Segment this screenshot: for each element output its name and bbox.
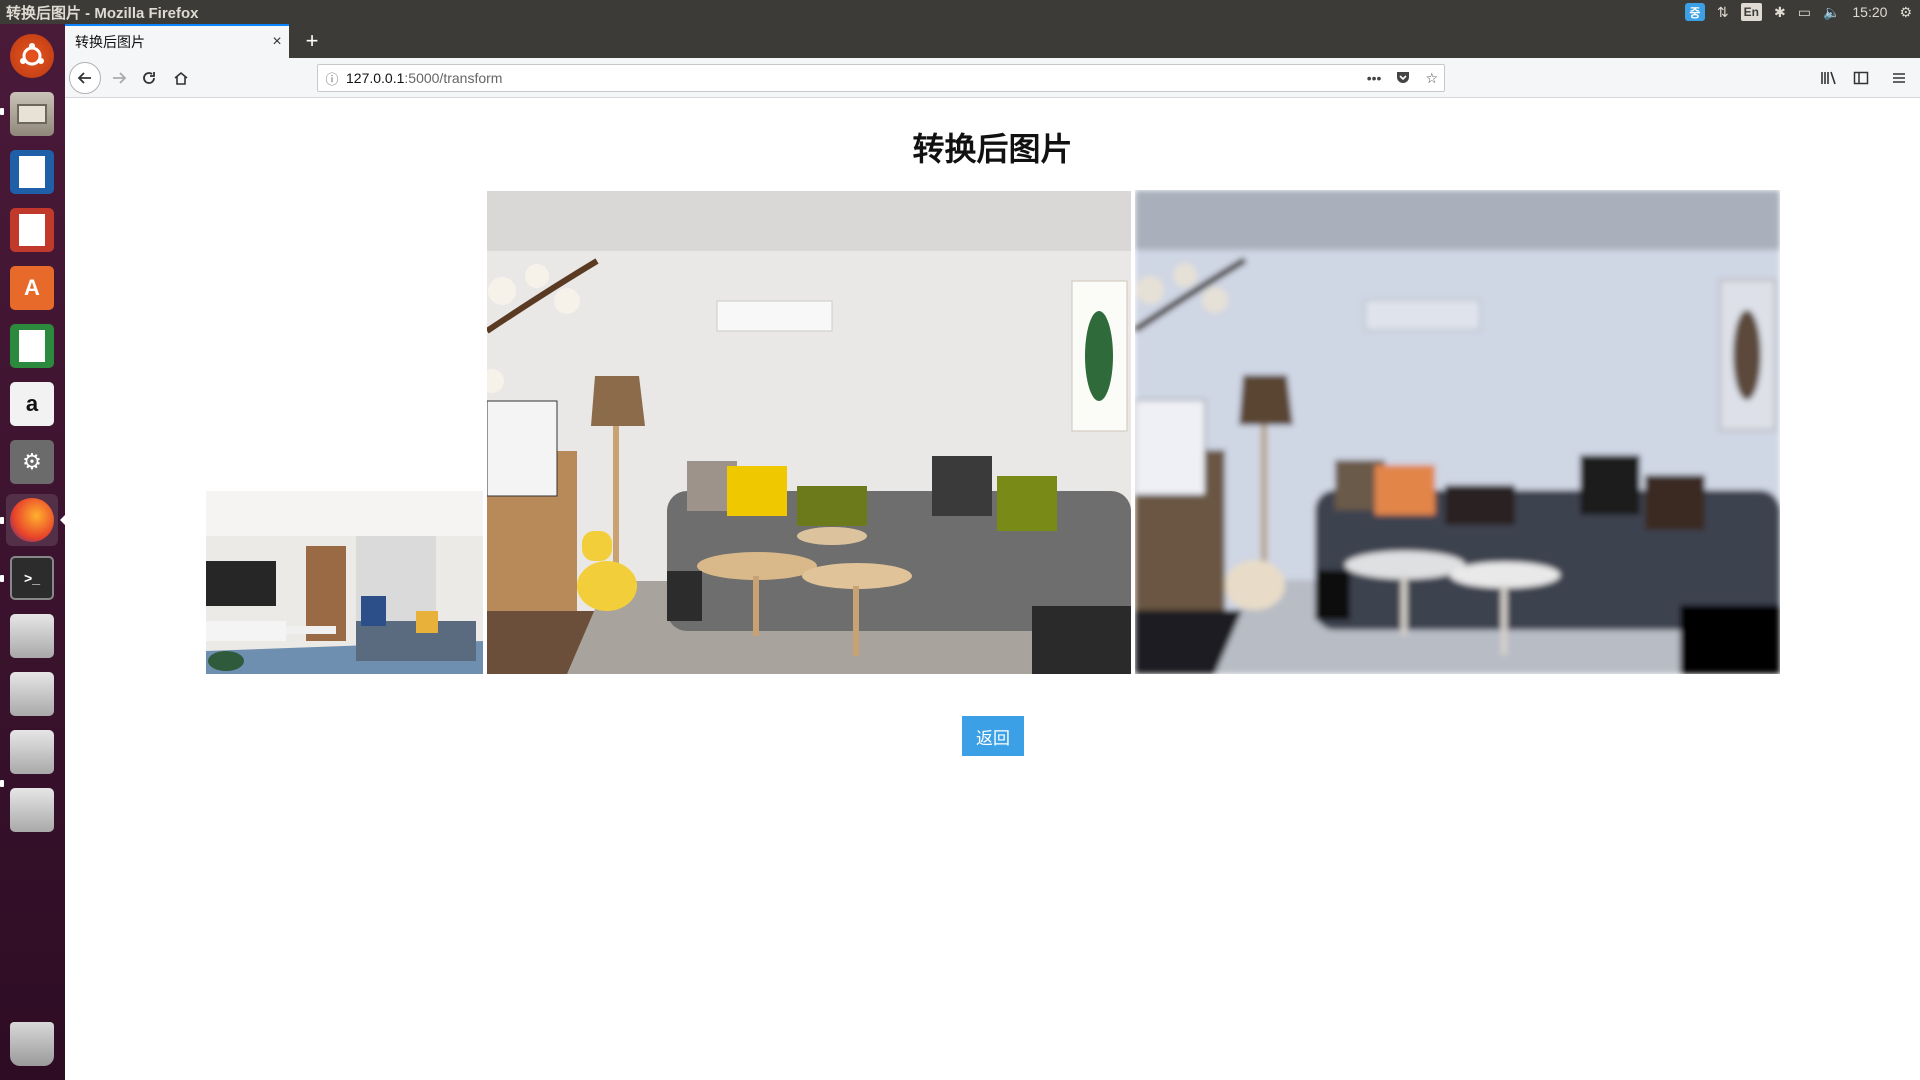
bluetooth-icon[interactable]: ✱ [1774,4,1786,21]
firefox-icon[interactable] [6,494,58,546]
navigation-toolbar: ⓘ 127.0.0.1:5000/transform ••• ☆ [65,58,1920,98]
url-path: :5000/transform [404,70,503,86]
forward-button[interactable] [105,64,133,92]
hamburger-menu-icon[interactable] [1885,64,1913,92]
writer-icon[interactable] [6,146,58,198]
software-center-icon[interactable]: A [6,262,58,314]
original-image [206,491,483,674]
settings-icon[interactable]: ⚙ [6,436,58,488]
sidebar-icon[interactable] [1847,64,1875,92]
home-icon [174,71,188,85]
tab-title: 转换后图片 [75,34,145,50]
arrow-left-icon [77,72,91,84]
calc-icon[interactable] [6,320,58,372]
window-title: 转换后图片 - Mozilla Firefox [6,4,199,22]
back-button[interactable] [69,62,101,94]
ubuntu-dash-icon[interactable] [6,30,58,82]
drive-icon[interactable] [6,726,58,778]
site-info-icon[interactable]: ⓘ [318,69,346,88]
unity-launcher: A a ⚙ >_ [0,24,65,1080]
system-tray: 중 ⇅ En ✱ ▭ 🔈 15:20 ⚙ [1684,0,1912,24]
transformed-image [1135,190,1780,674]
drive-icon[interactable] [6,784,58,836]
library-icon[interactable] [1815,64,1843,92]
drive-icon[interactable] [6,610,58,662]
system-top-panel: 转换后图片 - Mozilla Firefox 중 ⇅ En ✱ ▭ 🔈 15:… [0,0,1920,24]
address-bar[interactable]: ⓘ 127.0.0.1:5000/transform ••• ☆ [317,64,1445,92]
tab-strip: 转换后图片 × + [65,24,1920,58]
reload-button[interactable] [135,64,163,92]
home-button[interactable] [167,64,195,92]
battery-icon[interactable]: ▭ [1798,4,1811,21]
bookmark-star-icon[interactable]: ☆ [1425,70,1438,87]
pocket-icon[interactable] [1395,69,1411,88]
drive-icon[interactable] [6,668,58,720]
input-method-icon[interactable]: 중 [1684,3,1705,21]
reload-icon [143,72,155,84]
new-tab-button[interactable]: + [295,24,329,58]
return-button[interactable]: 返回 [962,716,1024,756]
close-tab-icon[interactable]: × [265,33,289,51]
clock[interactable]: 15:20 [1852,4,1887,20]
impress-icon[interactable] [6,204,58,256]
page-title: 转换后图片 [912,131,1073,167]
url-host: 127.0.0.1 [346,70,405,86]
volume-icon[interactable]: 🔈 [1823,4,1840,21]
keyboard-language-indicator[interactable]: En [1740,3,1762,21]
content-image [487,191,1131,674]
page-actions-icon[interactable]: ••• [1367,70,1382,86]
trash-icon[interactable] [6,1018,58,1070]
network-icon[interactable]: ⇅ [1717,4,1729,21]
amazon-icon[interactable]: a [6,378,58,430]
tab-active[interactable]: 转换后图片 × [65,24,289,58]
terminal-icon[interactable]: >_ [6,552,58,604]
page-content: 转换后图片 返回 [65,98,1920,1080]
files-icon[interactable] [6,88,58,140]
settings-gear-icon[interactable]: ⚙ [1899,4,1912,21]
arrow-right-icon [113,72,127,84]
